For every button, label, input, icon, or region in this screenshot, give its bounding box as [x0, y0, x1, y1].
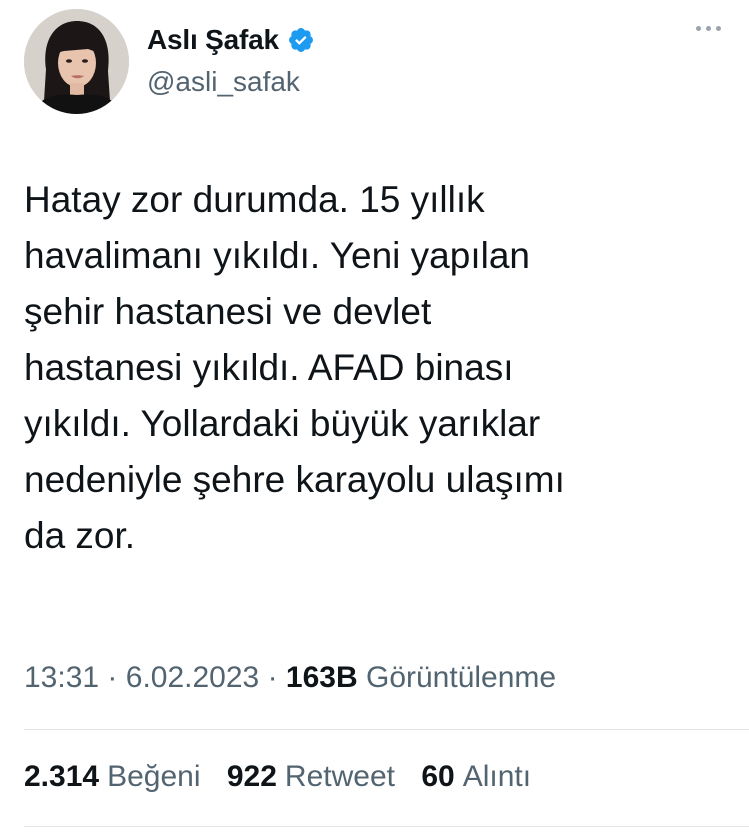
tweet-date[interactable]: 6.02.2023 — [126, 661, 259, 694]
divider — [24, 826, 749, 827]
author-display-name[interactable]: Aslı Şafak — [147, 24, 279, 56]
tweet-text: Hatay zor durumda. 15 yıllık havalimanı … — [24, 179, 565, 556]
quotes-stat[interactable]: 60 Alıntı — [421, 760, 531, 794]
avatar[interactable] — [24, 9, 129, 114]
tweet-meta: 13:31 · 6.02.2023 · 163B Görüntülenme — [24, 661, 556, 695]
quotes-label: Alıntı — [462, 760, 532, 793]
author-handle[interactable]: @asli_safak — [147, 66, 300, 98]
dot — [706, 26, 711, 31]
retweets-label: Retweet — [284, 760, 395, 793]
dot — [696, 26, 701, 31]
views-label: Görüntülenme — [365, 661, 557, 694]
meta-separator: · — [107, 661, 118, 694]
likes-count: 2.314 — [24, 760, 100, 793]
divider — [24, 729, 749, 730]
likes-label: Beğeni — [107, 760, 201, 793]
tweet-time[interactable]: 13:31 — [24, 661, 99, 694]
likes-stat[interactable]: 2.314 Beğeni — [24, 760, 201, 794]
verified-badge-icon — [287, 26, 315, 54]
retweets-stat[interactable]: 922 Retweet — [227, 760, 395, 794]
author-name-row: Aslı Şafak — [147, 22, 315, 58]
tweet-card: Aslı Şafak @asli_safak Hatay zor durumda… — [0, 0, 749, 837]
quotes-count: 60 — [421, 760, 455, 793]
views-count: 163B — [285, 661, 358, 694]
more-dots-icon[interactable] — [696, 26, 721, 31]
meta-separator: · — [267, 661, 278, 694]
dot — [716, 26, 721, 31]
engagement-stats: 2.314 Beğeni 922 Retweet 60 Alıntı — [24, 760, 549, 794]
retweets-count: 922 — [226, 760, 277, 793]
